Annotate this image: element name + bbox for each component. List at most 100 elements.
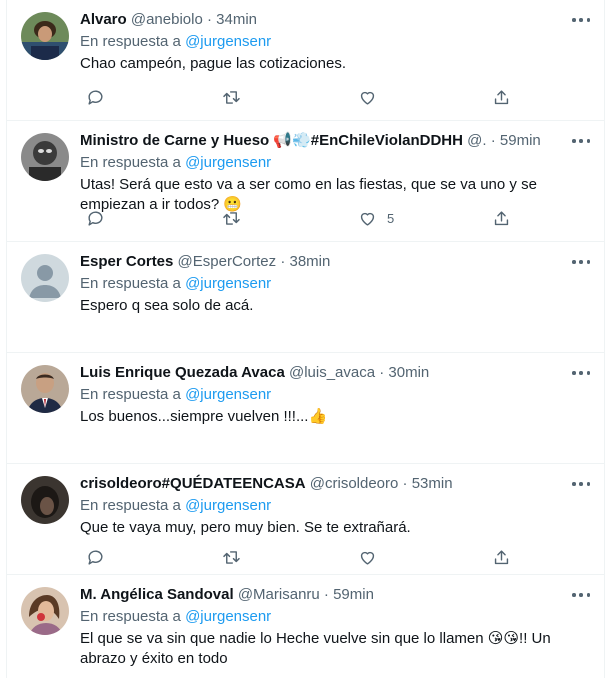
tweet-text: El que se va sin que nadie lo Heche vuel… — [80, 630, 551, 667]
share-icon — [494, 549, 509, 564]
separator: · — [402, 475, 408, 492]
share-button[interactable] — [492, 86, 511, 108]
more-options-icon[interactable] — [572, 588, 590, 602]
user-handle[interactable]: @crisoldeoro — [310, 475, 399, 492]
timestamp[interactable]: 38min — [289, 253, 330, 270]
like-button[interactable] — [358, 546, 387, 568]
separator: · — [379, 364, 385, 381]
reply-mention-link[interactable]: @jurgensenr — [185, 497, 271, 514]
reply-prefix: En respuesta a — [80, 33, 181, 50]
tweet-header: M. Angélica Sandoval @Marisanru · 59min — [80, 585, 560, 605]
reply-prefix: En respuesta a — [80, 154, 181, 171]
heart-icon — [360, 91, 375, 105]
tweet-header: Luis Enrique Quezada Avaca @luis_avaca ·… — [80, 363, 560, 383]
reply-mention-link[interactable]: @jurgensenr — [185, 154, 271, 171]
tweet-header: Alvaro @anebiolo · 34min — [80, 10, 560, 30]
tweet-actions: 5 — [80, 207, 510, 229]
more-options-icon[interactable] — [572, 134, 590, 148]
tweet-thread: Alvaro @anebiolo · 34min En respuesta a … — [6, 0, 605, 678]
reply-button[interactable] — [86, 546, 105, 568]
tweet-reply[interactable]: Alvaro @anebiolo · 34min En respuesta a … — [7, 0, 604, 121]
separator: · — [323, 586, 329, 603]
avatar[interactable] — [21, 476, 69, 524]
avatar[interactable] — [21, 587, 69, 635]
user-handle[interactable]: @Marisanru — [238, 586, 320, 603]
reply-icon — [88, 89, 103, 105]
reply-context: En respuesta a @jurgensenr — [80, 496, 592, 516]
avatar[interactable] — [21, 365, 69, 413]
user-handle[interactable]: @. — [467, 132, 486, 149]
retweet-button[interactable] — [222, 546, 241, 568]
reply-context: En respuesta a @jurgensenr — [80, 153, 592, 173]
reply-icon — [88, 549, 103, 565]
tweet-reply[interactable]: Luis Enrique Quezada Avaca @luis_avaca ·… — [7, 353, 604, 464]
user-handle[interactable]: @anebiolo — [131, 11, 203, 28]
timestamp[interactable]: 30min — [388, 364, 429, 381]
reply-mention-link[interactable]: @jurgensenr — [185, 386, 271, 403]
retweet-button[interactable] — [222, 86, 241, 108]
tweet-text: Chao campeón, pague las cotizaciones. — [80, 55, 347, 72]
display-name[interactable]: Luis Enrique Quezada Avaca — [80, 364, 285, 381]
reply-context: En respuesta a @jurgensenr — [80, 274, 592, 294]
share-button[interactable] — [492, 207, 511, 229]
reply-mention-link[interactable]: @jurgensenr — [185, 33, 271, 50]
share-button[interactable] — [492, 546, 511, 568]
tweet-reply[interactable]: Esper Cortes @EsperCortez · 38min En res… — [7, 242, 604, 353]
heart-icon — [360, 551, 375, 565]
reply-context: En respuesta a @jurgensenr — [80, 32, 592, 52]
tweet-reply[interactable]: M. Angélica Sandoval @Marisanru · 59min … — [7, 575, 604, 678]
reply-context: En respuesta a @jurgensenr — [80, 607, 592, 627]
tweet-text: Los buenos...siempre vuelven !!!...👍 — [80, 408, 328, 425]
user-handle[interactable]: @EsperCortez — [178, 253, 277, 270]
display-name[interactable]: crisoldeoro#QUÉDATEENCASA — [80, 475, 306, 492]
reply-button[interactable] — [86, 86, 105, 108]
more-options-icon[interactable] — [572, 255, 590, 269]
separator: · — [206, 11, 212, 28]
tweet-reply[interactable]: Ministro de Carne y Hueso 📢💨#EnChileViol… — [7, 121, 604, 242]
retweet-button[interactable] — [222, 207, 241, 229]
tweet-header: Ministro de Carne y Hueso 📢💨#EnChileViol… — [80, 131, 560, 151]
tweet-actions — [80, 86, 510, 108]
timestamp[interactable]: 53min — [412, 475, 453, 492]
like-button[interactable] — [358, 86, 387, 108]
timestamp[interactable]: 59min — [500, 132, 541, 149]
reply-context: En respuesta a @jurgensenr — [80, 385, 592, 405]
display-name[interactable]: Ministro de Carne y Hueso 📢💨#EnChileViol… — [80, 132, 463, 149]
avatar[interactable] — [21, 133, 69, 181]
reply-prefix: En respuesta a — [80, 497, 181, 514]
more-options-icon[interactable] — [572, 366, 590, 380]
reply-icon — [88, 210, 103, 226]
retweet-icon — [223, 90, 240, 104]
avatar[interactable] — [21, 254, 69, 302]
retweet-icon — [223, 550, 240, 564]
share-icon — [494, 89, 509, 104]
tweet-actions — [80, 546, 510, 568]
tweet-header: Esper Cortes @EsperCortez · 38min — [80, 252, 560, 272]
reply-button[interactable] — [86, 207, 105, 229]
user-handle[interactable]: @luis_avaca — [289, 364, 375, 381]
more-options-icon[interactable] — [572, 13, 590, 27]
like-button[interactable]: 5 — [358, 207, 394, 229]
reply-prefix: En respuesta a — [80, 386, 181, 403]
heart-icon — [360, 212, 375, 226]
more-options-icon[interactable] — [572, 477, 590, 491]
timestamp[interactable]: 34min — [216, 11, 257, 28]
display-name[interactable]: Alvaro — [80, 11, 127, 28]
reply-prefix: En respuesta a — [80, 275, 181, 292]
tweet-header: crisoldeoro#QUÉDATEENCASA @crisoldeoro ·… — [80, 474, 560, 494]
separator: · — [280, 253, 286, 270]
retweet-icon — [223, 211, 240, 225]
reply-mention-link[interactable]: @jurgensenr — [185, 275, 271, 292]
share-icon — [494, 210, 509, 225]
tweet-text: Que te vaya muy, pero muy bien. Se te ex… — [80, 519, 411, 536]
timestamp[interactable]: 59min — [333, 586, 374, 603]
reply-prefix: En respuesta a — [80, 608, 181, 625]
display-name[interactable]: M. Angélica Sandoval — [80, 586, 234, 603]
tweet-text: Espero q sea solo de acá. — [80, 297, 254, 314]
reply-mention-link[interactable]: @jurgensenr — [185, 608, 271, 625]
separator: · — [490, 132, 496, 149]
display-name[interactable]: Esper Cortes — [80, 253, 173, 270]
like-count: 5 — [387, 210, 395, 226]
tweet-reply[interactable]: crisoldeoro#QUÉDATEENCASA @crisoldeoro ·… — [7, 464, 604, 575]
avatar[interactable] — [21, 12, 69, 60]
